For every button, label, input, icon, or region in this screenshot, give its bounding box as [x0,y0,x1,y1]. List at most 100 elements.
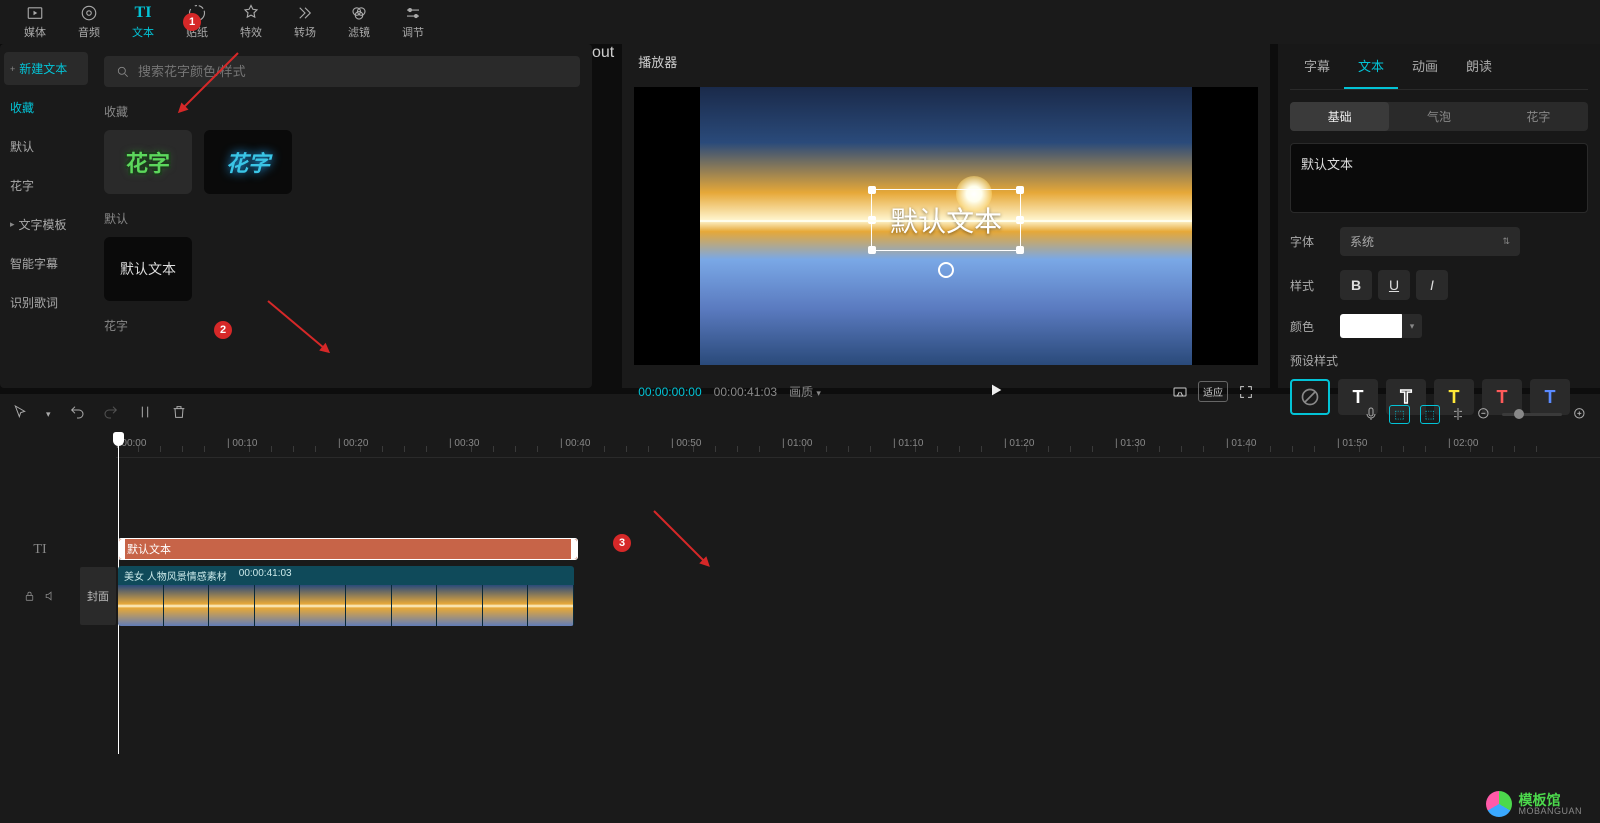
italic-button[interactable]: I [1416,270,1448,300]
category-adjust[interactable]: 调节 [386,1,440,43]
media-icon [26,4,44,22]
annotation-2: 2 [214,321,232,339]
chevron-right-icon: ▸ [10,219,15,230]
auto-subtitle-icon[interactable]: ⬚ [1389,405,1409,424]
quality-dropdown[interactable]: 画质 ▾ [789,383,821,400]
timeline-video-clip[interactable]: 美女 人物风景情感素材 00:00:41:03 [118,566,574,626]
transition-icon [296,4,314,22]
font-label: 字体 [1290,233,1340,250]
player-panel: 播放器 默认文本 00:00:00:00 00:00:41:03 画质 ▾ [622,44,1270,388]
sidebar-item-favorites[interactable]: 收藏 [4,91,88,124]
timeline-text-clip[interactable]: 默认文本 [118,538,578,560]
zoom-in-icon[interactable] [1572,406,1588,422]
tab-text[interactable]: 文本 [1344,44,1398,89]
audio-icon [80,4,98,22]
cover-button[interactable]: 封面 [80,567,116,625]
category-label: 调节 [402,24,424,40]
tab-subtitle[interactable]: 字幕 [1290,44,1344,89]
fullscreen-icon[interactable] [1238,384,1254,400]
resize-handle-ml[interactable] [868,216,876,224]
category-media[interactable]: 媒体 [8,1,62,43]
player-controls: 00:00:00:00 00:00:41:03 画质 ▾ 适应 [622,373,1270,414]
clip-handle-right[interactable] [571,539,577,559]
undo-button[interactable] [69,404,85,425]
category-label: 转场 [294,24,316,40]
filter-icon [350,4,368,22]
lock-icon[interactable] [23,588,36,604]
font-select[interactable]: 系统⇅ [1340,227,1520,256]
clip-handle-left[interactable] [119,539,125,559]
resize-handle-br[interactable] [1016,246,1024,254]
tab-read[interactable]: 朗读 [1452,44,1506,89]
overlay-text: 默认文本 [890,206,1002,237]
default-row: 默认文本 [104,237,580,301]
sidebar-item-recognize-lyrics[interactable]: 识别歌词 [4,286,88,319]
category-transition[interactable]: 转场 [278,1,332,43]
text-content-input[interactable]: 默认文本 [1290,143,1588,213]
pointer-dropdown[interactable]: ▾ [46,409,51,420]
preset-default-text[interactable]: 默认文本 [104,237,192,301]
search-input[interactable] [138,64,568,79]
rotate-handle[interactable] [938,262,954,278]
tab-animation[interactable]: 动画 [1398,44,1452,89]
compare-icon[interactable] [1172,384,1188,400]
video-clip-name: 美女 人物风景情感素材 [124,568,227,583]
timeline[interactable]: | 00:00| 00:10| 00:20| 00:30| 00:40| 00:… [0,434,1600,823]
style-label: 样式 [1290,277,1340,294]
play-button[interactable] [988,382,1004,401]
resize-handle-bl[interactable] [868,246,876,254]
watermark-logo-icon [1486,791,1512,817]
sidebar-item-default[interactable]: 默认 [4,130,88,163]
subtab-basic[interactable]: 基础 [1290,102,1389,131]
sidebar-item-new-text[interactable]: +新建文本 [4,52,88,85]
resize-handle-mr[interactable] [1016,216,1024,224]
zoom-slider[interactable] [1502,413,1562,416]
mute-icon[interactable] [44,588,57,604]
adjust-icon [404,4,422,22]
delete-button[interactable] [171,404,187,425]
sub-tabs: 基础 气泡 花字 [1290,102,1588,131]
align-icon[interactable] [1450,406,1466,422]
video-preview: 默认文本 [700,87,1192,365]
fit-button[interactable]: 适应 [1198,381,1228,402]
video-clip-duration: 00:00:41:03 [239,568,292,583]
resize-handle-tr[interactable] [1016,186,1024,194]
split-tool[interactable] [137,404,153,425]
annotation-3: 3 [613,534,631,552]
prop-tabs: 字幕 文本 动画 朗读 [1290,44,1588,90]
player-viewport[interactable]: 默认文本 [634,87,1258,365]
subtab-huazi[interactable]: 花字 [1489,102,1588,131]
pointer-tool[interactable] [12,404,28,425]
category-effect[interactable]: 特效 [224,1,278,43]
preset-style-label: 预设样式 [1290,352,1338,369]
preset-style-none[interactable] [1290,379,1330,415]
preset-huazi-blue[interactable]: 花字 [204,130,292,194]
auto-beat-icon[interactable]: ⬚ [1420,405,1440,424]
annotation-1: 1 [183,13,201,31]
text-overlay-box[interactable]: 默认文本 [871,189,1021,251]
text-icon: TI [134,4,152,22]
bold-button[interactable]: B [1340,270,1372,300]
category-label: 音频 [78,24,100,40]
watermark-subtitle: MOBANGUAN [1518,807,1582,816]
preset-huazi-green[interactable]: 花字 [104,130,192,194]
resize-handle-tl[interactable] [868,186,876,194]
mic-icon[interactable] [1363,406,1379,422]
sidebar-item-text-template[interactable]: ▸文字模板 [4,208,88,241]
sidebar-item-huazi[interactable]: 花字 [4,169,88,202]
properties-panel: 字幕 文本 动画 朗读 基础 气泡 花字 默认文本 字体 系统⇅ 样式 B U … [1278,44,1600,388]
color-dropdown[interactable]: ▾ [1402,314,1422,338]
category-label: 媒体 [24,24,46,40]
category-audio[interactable]: 音频 [62,1,116,43]
category-text[interactable]: TI 文本 [116,1,170,43]
category-filter[interactable]: 滤镜 [332,1,386,43]
color-swatch[interactable] [1340,314,1404,338]
underline-button[interactable]: U [1378,270,1410,300]
subtab-bubble[interactable]: 气泡 [1389,102,1488,131]
effect-icon [242,4,260,22]
timeline-ruler[interactable]: | 00:00| 00:10| 00:20| 00:30| 00:40| 00:… [116,434,1600,458]
redo-button[interactable] [103,404,119,425]
sidebar-item-smart-subtitle[interactable]: 智能字幕 [4,247,88,280]
search-box[interactable] [104,56,580,87]
zoom-out-icon[interactable] [1476,406,1492,422]
